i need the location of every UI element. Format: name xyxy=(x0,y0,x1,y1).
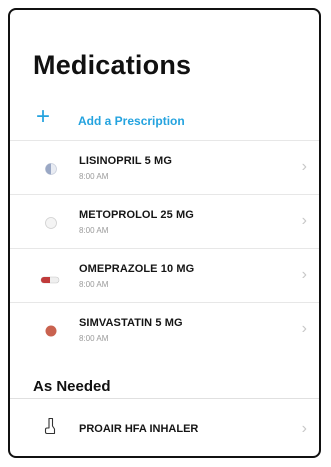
medication-name: PROAIR HFA INHALER xyxy=(79,423,199,435)
plus-icon: + xyxy=(36,103,51,130)
pill-round-white-icon xyxy=(44,216,58,235)
medication-name: OMEPRAZOLE 10 MG xyxy=(79,263,195,275)
medication-time: 8:00 AM xyxy=(79,226,109,235)
phone-frame: Medications + Add a Prescription LISINOP… xyxy=(8,8,321,458)
add-prescription-button[interactable]: + Add a Prescription xyxy=(10,100,319,140)
as-needed-section: As Needed xyxy=(10,374,319,398)
chevron-right-icon: › xyxy=(301,420,307,437)
add-prescription-label: Add a Prescription xyxy=(78,114,185,128)
medication-row[interactable]: OMEPRAZOLE 10 MG 8:00 AM › xyxy=(10,248,319,302)
medication-row[interactable]: METOPROLOL 25 MG 8:00 AM › xyxy=(10,194,319,248)
section-title: As Needed xyxy=(33,378,111,395)
pill-half-icon xyxy=(44,162,58,181)
capsule-icon xyxy=(40,272,60,290)
medication-row[interactable]: SIMVASTATIN 5 MG 8:00 AM › xyxy=(10,302,319,356)
chevron-right-icon: › xyxy=(301,212,307,229)
medication-name: LISINOPRIL 5 MG xyxy=(79,155,172,167)
chevron-right-icon: › xyxy=(301,158,307,175)
chevron-right-icon: › xyxy=(301,266,307,283)
inhaler-icon xyxy=(44,417,56,440)
pill-round-brown-icon xyxy=(44,324,58,343)
medication-row[interactable]: LISINOPRIL 5 MG 8:00 AM › xyxy=(10,140,319,194)
medication-time: 8:00 AM xyxy=(79,334,109,343)
medication-time: 8:00 AM xyxy=(79,172,109,181)
medication-name: SIMVASTATIN 5 MG xyxy=(79,317,183,329)
medication-name: METOPROLOL 25 MG xyxy=(79,209,194,221)
page-title: Medications xyxy=(33,50,192,80)
medication-time: 8:00 AM xyxy=(79,280,109,289)
chevron-right-icon: › xyxy=(301,320,307,337)
as-needed-item[interactable]: PROAIR HFA INHALER › xyxy=(10,398,319,456)
